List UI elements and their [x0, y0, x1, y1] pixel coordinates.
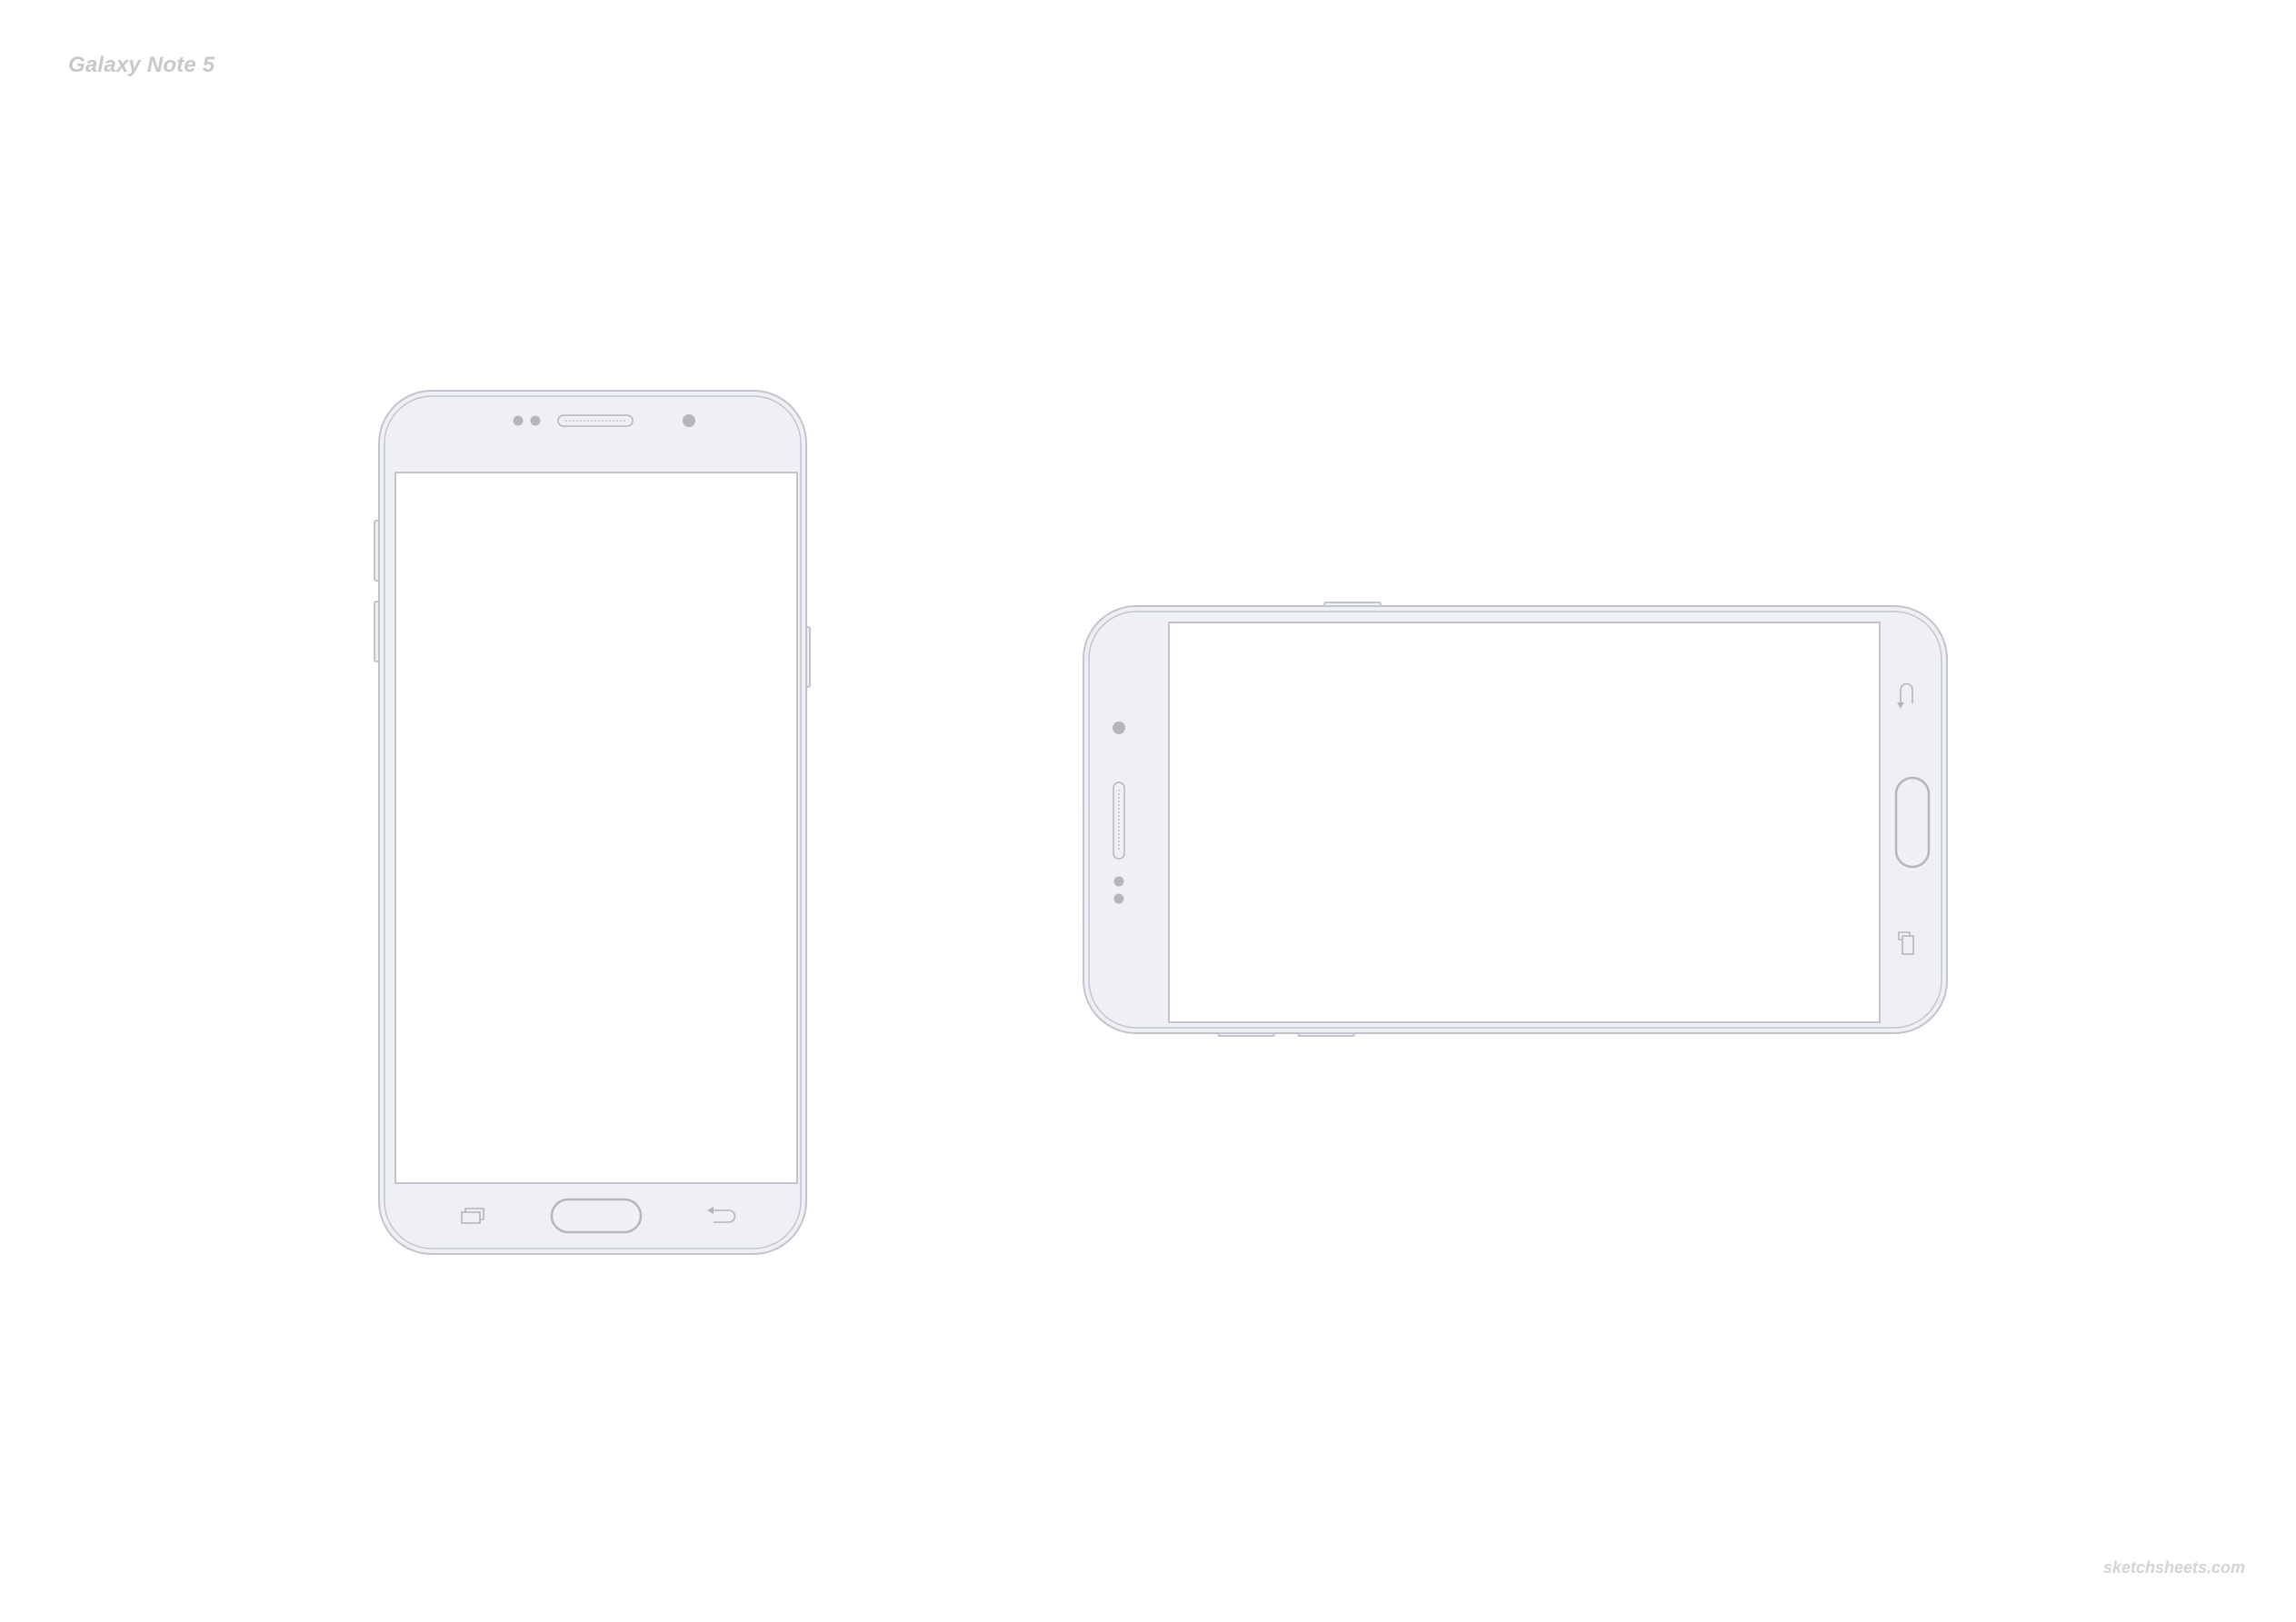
phone-portrait — [374, 390, 811, 1255]
sensor-dot-top — [1113, 876, 1124, 887]
front-camera — [683, 414, 695, 427]
home-button — [550, 1198, 643, 1234]
sensor-dot-bottom — [1113, 893, 1124, 904]
sensor-dot-right — [530, 415, 541, 426]
phone-landscape — [1083, 602, 1948, 1037]
footer-credit: sketchsheets.com — [2102, 1558, 2245, 1577]
sensor-dot-left — [513, 415, 524, 426]
screen — [1168, 622, 1881, 1023]
screen — [394, 472, 798, 1184]
front-camera — [1113, 721, 1125, 734]
home-button — [1894, 776, 1931, 869]
page-title: Galaxy Note 5 — [68, 53, 215, 77]
